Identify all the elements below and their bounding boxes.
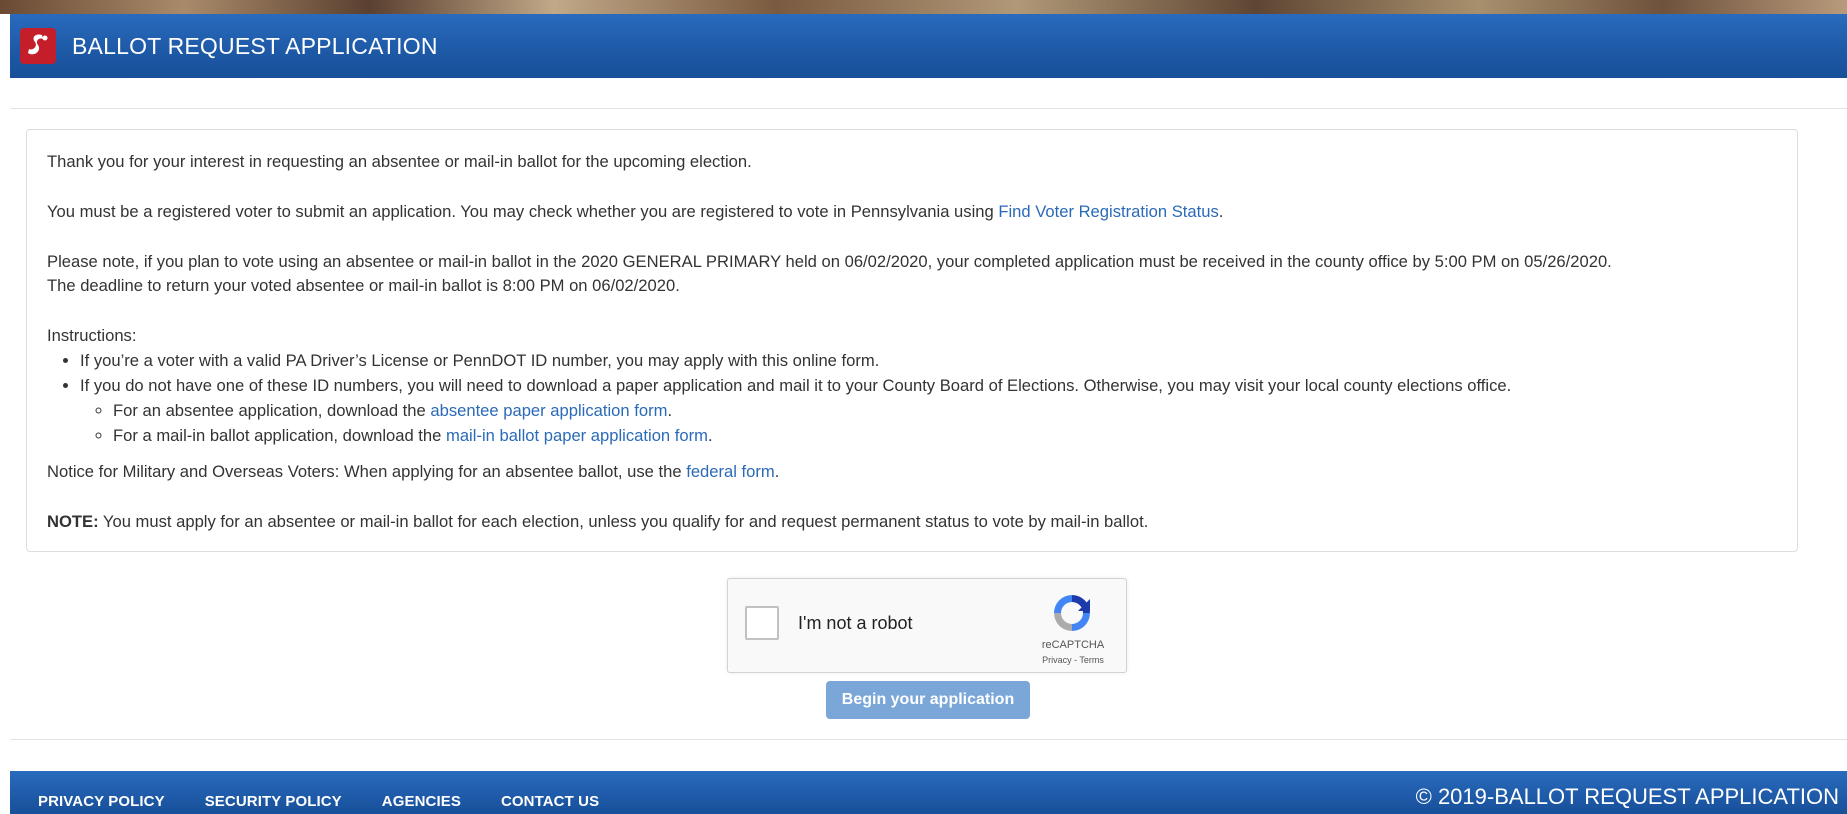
instructions-list: If you’re a voter with a valid PA Driver…: [47, 348, 1777, 448]
paper-forms-list: For an absentee application, download th…: [80, 398, 1777, 448]
federal-form-link[interactable]: federal form: [686, 462, 775, 481]
recaptcha-brand: reCAPTCHA: [1041, 639, 1105, 651]
info-panel: Thank you for your interest in requestin…: [26, 129, 1798, 552]
site-footer: PRIVACY POLICY SECURITY POLICY AGENCIES …: [10, 771, 1847, 814]
pa-keystone-logo-icon: [20, 28, 56, 64]
find-voter-registration-link[interactable]: Find Voter Registration Status: [998, 202, 1218, 221]
list-item: If you do not have one of these ID numbe…: [80, 373, 1777, 448]
deadline-notice: Please note, if you plan to vote using a…: [47, 252, 1612, 295]
divider: [10, 739, 1847, 740]
list-item: For a mail-in ballot application, downlo…: [113, 423, 1777, 448]
absentee-paper-form-link[interactable]: absentee paper application form: [430, 401, 667, 420]
agencies-link[interactable]: AGENCIES: [382, 793, 461, 810]
intro-thanks: Thank you for your interest in requestin…: [47, 152, 752, 171]
recaptcha-checkbox[interactable]: [745, 606, 779, 640]
recaptcha-logo-icon: [1050, 591, 1094, 635]
note-label: NOTE:: [47, 512, 99, 531]
recaptcha-privacy-terms[interactable]: Privacy - Terms: [1018, 655, 1128, 665]
footer-copyright: © 2019-BALLOT REQUEST APPLICATION: [1415, 784, 1839, 809]
privacy-policy-link[interactable]: PRIVACY POLICY: [38, 793, 165, 810]
intro-registered: You must be a registered voter to submit…: [47, 202, 1224, 221]
contact-us-link[interactable]: CONTACT US: [501, 793, 599, 810]
recaptcha-label: I'm not a robot: [798, 613, 913, 633]
list-item: For an absentee application, download th…: [113, 398, 1777, 423]
divider: [10, 108, 1847, 109]
list-item: If you’re a voter with a valid PA Driver…: [80, 348, 1777, 373]
recaptcha-widget: I'm not a robot reCAPTCHA Privacy - Term…: [727, 578, 1127, 673]
security-policy-link[interactable]: SECURITY POLICY: [205, 793, 342, 810]
note: NOTE: You must apply for an absentee or …: [47, 512, 1149, 531]
military-notice: Notice for Military and Overseas Voters:…: [47, 462, 780, 481]
site-header: BALLOT REQUEST APPLICATION: [10, 14, 1847, 78]
page-title: BALLOT REQUEST APPLICATION: [72, 32, 438, 59]
instructions-heading: Instructions:: [47, 326, 137, 345]
mail-in-paper-form-link[interactable]: mail-in ballot paper application form: [446, 426, 708, 445]
footer-nav: PRIVACY POLICY SECURITY POLICY AGENCIES …: [38, 793, 639, 810]
header-banner-image: [0, 0, 1847, 14]
begin-application-button[interactable]: Begin your application: [826, 681, 1030, 719]
